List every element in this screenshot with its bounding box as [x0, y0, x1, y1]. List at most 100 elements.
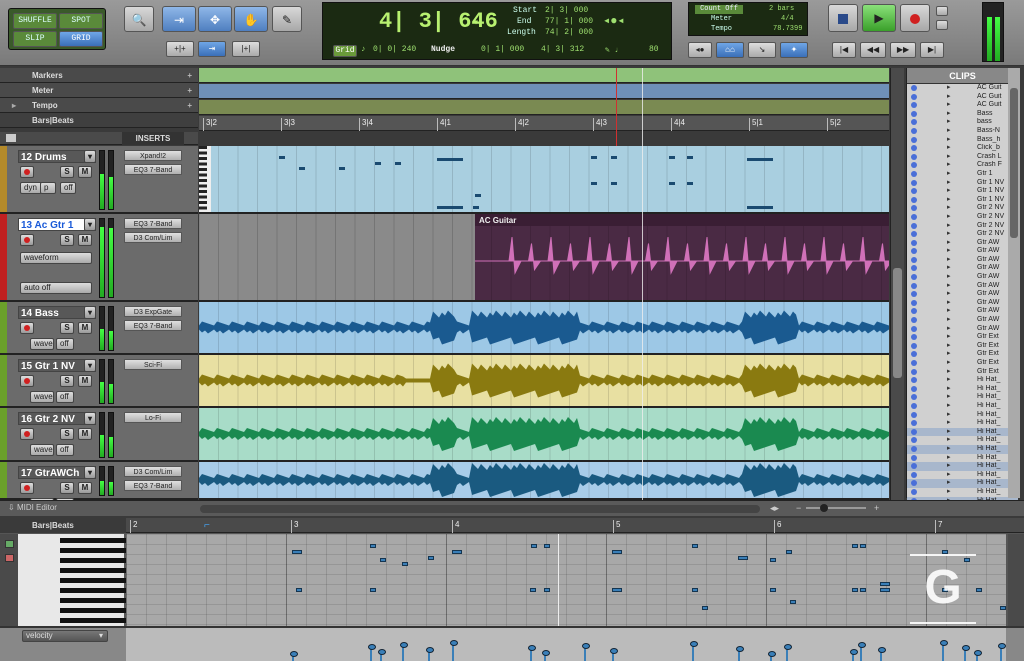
record-arm-button[interactable]	[20, 375, 34, 387]
transport-option-2[interactable]	[936, 20, 948, 30]
midi-note[interactable]	[770, 588, 776, 592]
track-lane[interactable]	[199, 462, 889, 500]
clip-list-item[interactable]: Gtr AW	[907, 273, 1018, 282]
clip-list-item[interactable]: Gtr 2 NV	[907, 204, 1018, 213]
insert-slot[interactable]: EQ3 7-Band	[124, 480, 182, 491]
insert-slot[interactable]: Xpand!2	[124, 150, 182, 161]
link-icon[interactable]: ⇥	[198, 41, 226, 57]
midi-note[interactable]	[786, 550, 792, 554]
velocity-stalk[interactable]	[368, 644, 376, 661]
track-name-dropdown-icon[interactable]: ▾	[84, 150, 96, 163]
clip-list-item[interactable]: Hi Hat_	[907, 411, 1018, 420]
slip-button[interactable]: SLIP	[13, 31, 57, 47]
midi-note[interactable]	[790, 600, 796, 604]
transport-option-1[interactable]	[936, 6, 948, 16]
clip-list-item[interactable]: Hi Hat_	[907, 454, 1018, 463]
grid-label[interactable]: Grid	[333, 45, 357, 57]
pencil-tool-icon[interactable]: ✎	[272, 6, 302, 32]
trim-tool-icon[interactable]: ⇥	[162, 6, 196, 32]
insert-slot[interactable]: D3 Com/Lim	[124, 232, 182, 243]
track-view-dropdown[interactable]: wave	[30, 444, 54, 456]
insert-slot[interactable]: D3 ExpGate	[124, 306, 182, 317]
track-lane[interactable]: AC Guitar	[199, 214, 889, 302]
midi-note[interactable]	[296, 588, 302, 592]
clip-list-item[interactable]: Hi Hat_	[907, 427, 1018, 437]
track-name-dropdown-icon[interactable]: ▾	[84, 218, 96, 231]
zoom-minus-icon[interactable]: −	[796, 503, 801, 513]
midi-red-icon[interactable]	[5, 554, 14, 562]
go-to-end-icon[interactable]: ▶|	[920, 42, 944, 58]
clip-list-item[interactable]: Gtr 1 NV	[907, 179, 1018, 188]
main-counter[interactable]: 4| 3| 646	[379, 9, 498, 34]
midi-merge-icon[interactable]: ⌂⌂	[716, 42, 744, 58]
counter-dropdown-icon[interactable]: ▾	[473, 17, 479, 29]
clip-list-item[interactable]: Hi Hat_	[907, 419, 1018, 428]
midi-note[interactable]	[702, 606, 708, 610]
solo-button[interactable]: S	[60, 166, 74, 178]
clip-list-item[interactable]: AC Guit	[907, 93, 1018, 102]
midi-note[interactable]	[860, 544, 866, 548]
bars-beats-ruler[interactable]: 3|2 3|3 3|4 4|1 4|2 4|3 4|4 5|1 5|2	[199, 116, 889, 131]
note-grid[interactable]	[126, 534, 1006, 626]
track-name-dropdown-icon[interactable]: ▾	[84, 306, 96, 319]
velocity-stalk[interactable]	[690, 641, 698, 661]
velocity-stalk[interactable]	[962, 645, 970, 661]
midi-note[interactable]	[880, 588, 890, 592]
tempo-ruler-label[interactable]: ▸ Tempo +	[0, 98, 198, 113]
grabber-tool-icon[interactable]: ✋	[234, 6, 268, 32]
automation-dropdown[interactable]: off	[56, 391, 74, 403]
midi-note[interactable]	[428, 556, 434, 560]
midi-note[interactable]	[692, 588, 698, 592]
mute-button[interactable]: M	[78, 482, 92, 494]
midi-note[interactable]	[692, 544, 698, 548]
clip-list-item[interactable]: Hi Hat_	[907, 376, 1018, 385]
track-option-button[interactable]: dyn	[20, 182, 42, 194]
clip-list-item[interactable]: Gtr AW	[907, 264, 1018, 273]
clip-list-item[interactable]: Gtr 2 NV	[907, 213, 1018, 222]
midi-note[interactable]	[612, 550, 622, 554]
nudge-label[interactable]: Nudge	[431, 45, 455, 54]
tempo-ruler[interactable]	[199, 100, 889, 115]
midi-green-icon[interactable]	[5, 540, 14, 548]
clip-list-item[interactable]: Gtr Ext	[907, 350, 1018, 359]
track-header[interactable]: 16 Gtr 2 NV ▾ S M Lo-Fi wave off	[0, 408, 198, 462]
velocity-stalk[interactable]	[858, 642, 866, 661]
midi-note[interactable]	[770, 558, 776, 562]
track-lane[interactable]	[199, 355, 889, 408]
midi-note[interactable]	[544, 588, 550, 592]
insert-slot[interactable]: Sci-Fi	[124, 359, 182, 370]
selector-tool-icon[interactable]: ✥	[198, 6, 232, 32]
clip-list-item[interactable]: Hi Hat_	[907, 471, 1018, 480]
midi-note[interactable]	[612, 588, 622, 592]
velocity-stalk[interactable]	[528, 645, 536, 661]
zoom-tool-icon[interactable]: 🔍	[124, 6, 154, 32]
track-list-icon[interactable]	[6, 134, 16, 142]
fast-forward-icon[interactable]: ▶▶	[890, 42, 916, 58]
metronome-icon[interactable]: ◂●	[688, 42, 712, 58]
clip-list-item[interactable]: Gtr Ext	[907, 368, 1018, 377]
zoom-slider-thumb[interactable]	[820, 504, 828, 512]
insert-slot[interactable]: EQ3 7-Band	[124, 218, 182, 229]
velocity-stalk[interactable]	[400, 642, 408, 661]
wait-for-note-icon[interactable]: ✦	[780, 42, 808, 58]
vertical-scroll-thumb[interactable]	[893, 268, 902, 378]
clip-list-item[interactable]: bass	[907, 118, 1018, 127]
clip-list-item[interactable]: Gtr AW	[907, 256, 1018, 265]
solo-button[interactable]: S	[60, 234, 74, 246]
clip-list-item[interactable]: Crash F	[907, 161, 1018, 170]
tab-to-transient-icon[interactable]: |+|	[232, 41, 260, 57]
record-arm-button[interactable]	[20, 322, 34, 334]
track-name-dropdown-icon[interactable]: ▾	[84, 466, 96, 479]
clip-list-item[interactable]: Gtr 2 NV	[907, 222, 1018, 231]
clip-list-item[interactable]: Bass-N	[907, 127, 1018, 136]
end-value[interactable]: 77| 1| 000	[545, 17, 593, 26]
scroll-arrows-icon[interactable]: ◂▸	[770, 503, 779, 514]
clip-list-item[interactable]: Gtr Ext	[907, 333, 1018, 342]
spot-button[interactable]: SPOT	[59, 13, 103, 29]
play-button[interactable]: ▶	[862, 4, 896, 32]
clip-list-item[interactable]: Gtr AW	[907, 307, 1018, 316]
track-name-dropdown-icon[interactable]: ▾	[84, 412, 96, 425]
vertical-scrollbar[interactable]	[890, 68, 904, 500]
midi-note[interactable]	[380, 558, 386, 562]
track-view-dropdown[interactable]: wave	[30, 338, 54, 350]
